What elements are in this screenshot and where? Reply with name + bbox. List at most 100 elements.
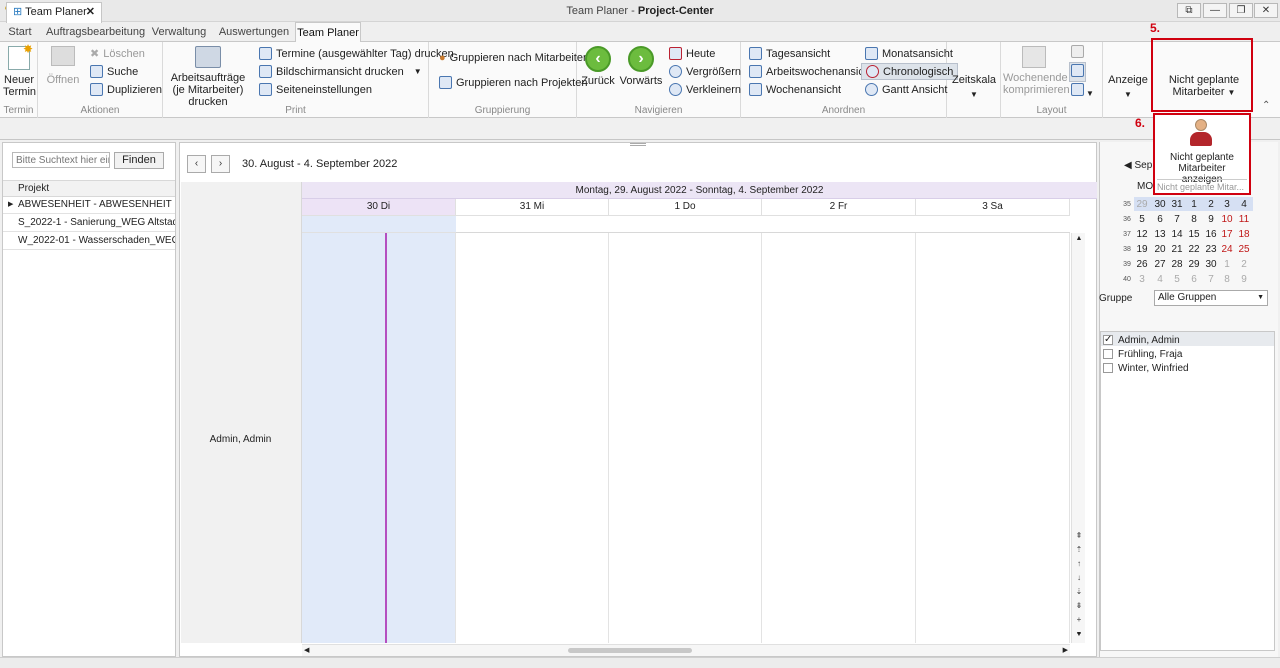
project-row[interactable]: S_2022-1 - Sanierung_WEG Altstadt <box>3 214 175 232</box>
day-header[interactable]: 3 Sa <box>916 199 1070 216</box>
project-search-input[interactable] <box>12 152 110 168</box>
checkbox[interactable] <box>1103 363 1113 373</box>
checkbox-checked[interactable]: ✓ <box>1103 335 1113 345</box>
calendar-day[interactable]: 29 <box>1134 199 1150 210</box>
day-column-selected[interactable] <box>302 233 456 643</box>
calendar-day[interactable]: 25 <box>1236 244 1252 255</box>
horizontal-scrollbar[interactable]: ◀ ▶ <box>302 644 1070 656</box>
document-tab-team-planer[interactable]: ⊞ Team Planer ✕ <box>6 2 102 23</box>
tab-auswertungen[interactable]: Auswertungen <box>218 22 290 42</box>
tab-auftragsbearbeitung[interactable]: Auftragsbearbeitung <box>46 22 145 42</box>
calendar-day[interactable]: 19 <box>1134 244 1150 255</box>
group-select[interactable]: Alle Gruppen ▼ <box>1154 290 1268 306</box>
previous-range-button[interactable]: ‹ <box>187 155 206 173</box>
collapse-ribbon-icon[interactable]: ⌃ <box>1262 100 1270 111</box>
scroll-step-icons[interactable]: ⇞ ⇡ ↑ ↓ ⇣ ⇟ + − <box>1072 529 1086 641</box>
calendar-day[interactable]: 24 <box>1219 244 1235 255</box>
day-view-button[interactable]: Tagesansicht <box>749 47 830 60</box>
month-view-button[interactable]: Monatsansicht <box>865 47 953 60</box>
calendar-day[interactable]: 18 <box>1236 229 1252 240</box>
find-button[interactable]: Finden <box>114 152 164 169</box>
forward-button[interactable]: › Vorwärts <box>619 46 663 87</box>
project-row[interactable]: ▶ ABWESENHEIT - ABWESENHEIT <box>3 196 175 214</box>
print-day-button[interactable]: Termine (ausgewählter Tag) drucken <box>259 47 454 60</box>
calendar-day[interactable]: 1 <box>1186 199 1202 210</box>
scroll-left-icon[interactable]: ◀ <box>304 646 309 654</box>
page-setup-button[interactable]: Seiteneinstellungen <box>259 83 372 96</box>
calendar-day[interactable]: 9 <box>1203 214 1219 225</box>
today-button[interactable]: Heute <box>669 47 715 60</box>
print-screen-button[interactable]: Bildschirmansicht drucken ▼ <box>259 65 422 78</box>
calendar-day[interactable]: 4 <box>1152 274 1168 285</box>
calendar-day[interactable]: 5 <box>1169 274 1185 285</box>
all-day-row[interactable] <box>456 216 1070 233</box>
calendar-day[interactable]: 27 <box>1152 259 1168 270</box>
calendar-day[interactable]: 20 <box>1152 244 1168 255</box>
new-appointment-button[interactable]: ✸ Neuer Termin <box>3 43 36 98</box>
calendar-day[interactable]: 28 <box>1169 259 1185 270</box>
calendar-day[interactable]: 13 <box>1152 229 1168 240</box>
tab-team-planer[interactable]: Team Planer <box>295 22 361 43</box>
vertical-scrollbar[interactable]: ▲ ⇞ ⇡ ↑ ↓ ⇣ ⇟ + − ▼ <box>1071 233 1085 643</box>
tab-verwaltung[interactable]: Verwaltung <box>150 22 208 42</box>
calendar-day[interactable]: 14 <box>1169 229 1185 240</box>
zoom-in-button[interactable]: Vergrößern <box>669 65 741 78</box>
day-header[interactable]: 31 Mi <box>456 199 609 216</box>
calendar-day[interactable]: 15 <box>1186 229 1202 240</box>
gantt-view-button[interactable]: Gantt Ansicht <box>865 83 947 96</box>
calendar-day[interactable]: 30 <box>1203 259 1219 270</box>
employee-item[interactable]: Frühling, Fraja <box>1103 347 1273 361</box>
calendar-day[interactable]: 16 <box>1203 229 1219 240</box>
display-button[interactable]: Anzeige ▼ <box>1105 74 1151 101</box>
calendar-day[interactable]: 1 <box>1219 259 1235 270</box>
calendar-day[interactable]: 2 <box>1236 259 1252 270</box>
calendar-day[interactable]: 8 <box>1186 214 1202 225</box>
open-button[interactable]: Öffnen <box>46 46 80 86</box>
layout-option-2-button[interactable] <box>1069 62 1086 82</box>
calendar-day[interactable]: 12 <box>1134 229 1150 240</box>
window-minimize-button[interactable]: — <box>1203 3 1227 18</box>
day-column[interactable] <box>762 233 916 643</box>
layout-option-3-button[interactable]: ▼ <box>1071 83 1094 99</box>
calendar-day[interactable]: 30 <box>1152 199 1168 210</box>
scroll-down-icon[interactable]: ▼ <box>1072 631 1086 638</box>
chronological-view-button[interactable]: Chronologisch <box>861 63 959 80</box>
calendar-day[interactable]: 11 <box>1236 214 1252 225</box>
day-column[interactable] <box>609 233 762 643</box>
day-header[interactable]: 30 Di <box>302 199 456 216</box>
group-by-employee-button[interactable]: ● Gruppieren nach Mitarbeiter <box>439 52 587 64</box>
calendar-day[interactable]: 22 <box>1186 244 1202 255</box>
week-view-button[interactable]: Wochenansicht <box>749 83 841 96</box>
day-header[interactable]: 1 Do <box>609 199 762 216</box>
project-column-header[interactable]: Projekt <box>3 180 175 197</box>
employee-item[interactable]: ✓ Admin, Admin <box>1103 333 1273 347</box>
scroll-up-icon[interactable]: ▲ <box>1072 235 1086 242</box>
checkbox[interactable] <box>1103 349 1113 359</box>
window-maximize-button[interactable]: ❐ <box>1229 3 1253 18</box>
calendar-prev-icon[interactable]: ◀ <box>1124 160 1132 171</box>
calendar-day[interactable]: 7 <box>1169 214 1185 225</box>
calendar-day[interactable]: 10 <box>1219 214 1235 225</box>
delete-button[interactable]: ✖ Löschen <box>90 47 145 61</box>
back-button[interactable]: ‹ Zurück <box>581 46 615 87</box>
calendar-day[interactable]: 17 <box>1219 229 1235 240</box>
calendar-day[interactable]: 5 <box>1134 214 1150 225</box>
project-row[interactable]: W_2022-01 - Wasserschaden_WEG ... <box>3 232 175 250</box>
search-button[interactable]: Suche <box>90 65 138 78</box>
calendar-day[interactable]: 23 <box>1203 244 1219 255</box>
splitter-grip-icon[interactable] <box>630 143 646 146</box>
calendar-day[interactable]: 8 <box>1219 274 1235 285</box>
print-work-orders-button[interactable]: Arbeitsaufträge (je Mitarbeiter) drucken <box>165 46 251 108</box>
employee-item[interactable]: Winter, Winfried <box>1103 361 1273 375</box>
day-header[interactable]: 2 Fr <box>762 199 916 216</box>
day-column[interactable] <box>916 233 1070 643</box>
horizontal-scroll-thumb[interactable] <box>568 648 692 653</box>
calendar-day[interactable]: 6 <box>1152 214 1168 225</box>
window-restore-button[interactable]: ⧉ <box>1177 3 1201 18</box>
calendar-day[interactable]: 21 <box>1169 244 1185 255</box>
duplicate-button[interactable]: Duplizieren <box>90 83 162 96</box>
zoom-out-button[interactable]: Verkleinern <box>669 83 741 96</box>
timescale-button[interactable]: Zeitskala ▼ <box>949 74 999 101</box>
calendar-day[interactable]: 4 <box>1236 199 1252 210</box>
workweek-view-button[interactable]: Arbeitswochenansicht <box>749 65 873 78</box>
